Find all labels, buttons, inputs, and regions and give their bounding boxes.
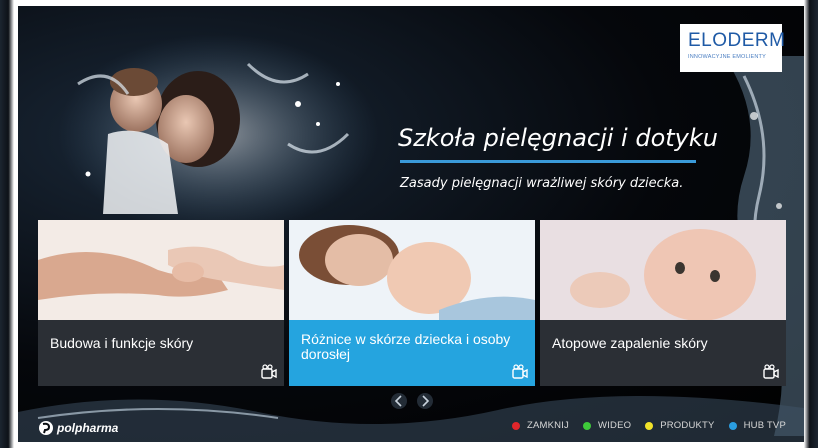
tile-atopowe-zapalenie-skory[interactable]: Atopowe zapalenie skóry — [540, 220, 786, 386]
legend-wideo[interactable]: WIDEO — [583, 420, 631, 431]
yellow-dot-icon — [645, 421, 654, 430]
tile-label: Różnice w skórze dziecka i osoby dorosłe… — [301, 331, 511, 362]
carousel-nav — [388, 390, 438, 412]
tv-app-screen: ELODERM INNOWACYJNE EMOLIENTY Szkoła pie… — [18, 6, 804, 442]
chevron-left-icon[interactable] — [390, 392, 408, 410]
polpharma-icon — [39, 421, 53, 435]
legend-produkty[interactable]: PRODUKTY — [645, 420, 714, 431]
legend-label: HUB TVP — [743, 420, 786, 431]
brand-name: polpharma — [57, 421, 119, 435]
legend-label: PRODUKTY — [660, 420, 715, 431]
tile-label: Atopowe zapalenie skóry — [552, 335, 708, 351]
mother-baby-image — [289, 220, 535, 320]
remote-color-key-legend: ZAMKNIJ WIDEO PRODUKTY HUB TVP — [498, 420, 786, 431]
tile-budowa-i-funkcje-skory[interactable]: Budowa i funkcje skóry — [38, 220, 284, 386]
logo-subtitle: INNOWACYJNE EMOLIENTY — [688, 54, 766, 60]
tile-caption: Różnice w skórze dziecka i osoby dorosłe… — [289, 320, 535, 386]
tile-label: Budowa i funkcje skóry — [50, 335, 194, 351]
video-camera-icon — [261, 364, 277, 379]
legend-hub-tvp[interactable]: HUB TVP — [728, 420, 786, 431]
page-subtitle: Zasady pielęgnacji wrażliwej skóry dziec… — [400, 176, 684, 191]
logo-title: ELODERM — [688, 30, 786, 51]
eloderm-logo: ELODERM INNOWACYJNE EMOLIENTY — [680, 24, 786, 72]
tile-caption: Atopowe zapalenie skóry — [540, 320, 786, 386]
tile-caption: Budowa i funkcje skóry — [38, 320, 284, 386]
tile-roznice-w-skorze[interactable]: Różnice w skórze dziecka i osoby dorosłe… — [289, 220, 535, 386]
left-bezel — [0, 0, 14, 448]
page-title: Szkoła pielęgnacji i dotyku — [398, 124, 718, 152]
video-camera-icon — [763, 364, 779, 379]
legend-label: WIDEO — [598, 420, 632, 431]
baby-image — [540, 220, 786, 320]
red-dot-icon — [511, 421, 520, 430]
hands-image — [38, 220, 284, 320]
legend-zamknij[interactable]: ZAMKNIJ — [511, 420, 569, 431]
title-underline — [400, 160, 696, 163]
blue-dot-icon — [728, 421, 737, 430]
legend-label: ZAMKNIJ — [526, 420, 569, 431]
green-dot-icon — [583, 421, 591, 430]
polpharma-logo: polpharma — [38, 420, 118, 436]
video-camera-icon — [512, 364, 528, 379]
right-bezel — [804, 0, 818, 448]
hero-mother-child-image — [58, 34, 378, 234]
chevron-right-icon[interactable] — [416, 392, 434, 410]
